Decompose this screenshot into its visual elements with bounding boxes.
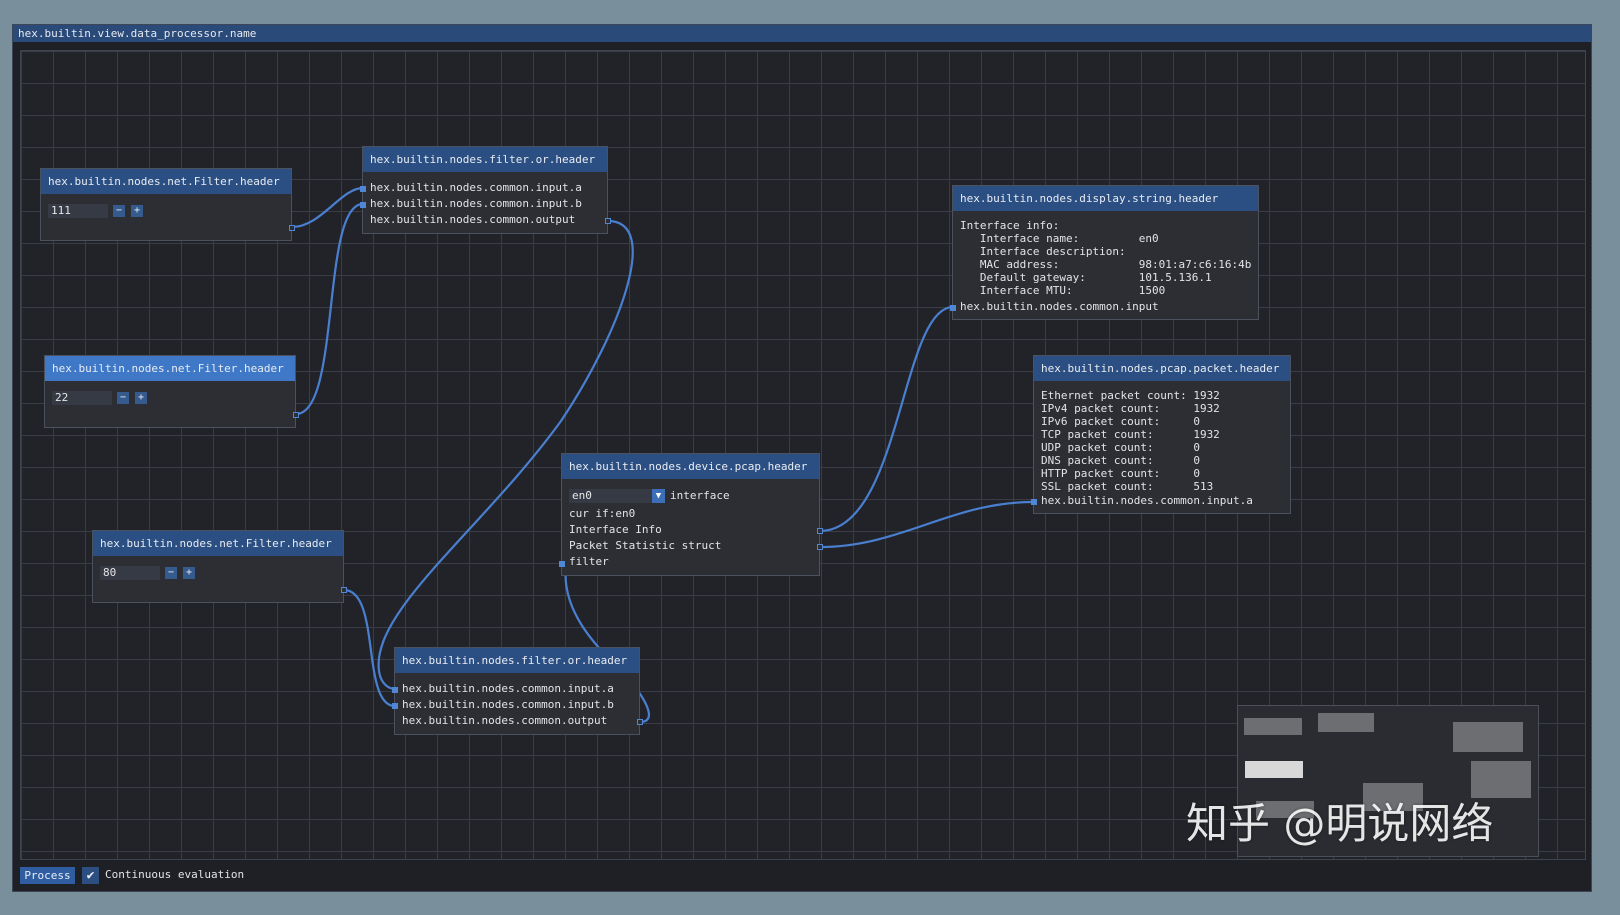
input-b-pin[interactable] bbox=[360, 202, 366, 208]
current-interface-text: cur if:en0 bbox=[569, 507, 636, 520]
interface-select[interactable]: en0 bbox=[569, 489, 655, 503]
decrement-button[interactable]: − bbox=[165, 567, 177, 579]
display-line-4: MAC address: 98:01:a7:c6:16:4b bbox=[960, 258, 1252, 271]
node-header[interactable]: hex.builtin.nodes.filter.or.header bbox=[363, 147, 607, 172]
packet-line-1: Ethernet packet count: 1932 bbox=[1041, 389, 1220, 402]
input-a-pin[interactable] bbox=[360, 186, 366, 192]
net-filter-node-3[interactable]: hex.builtin.nodes.net.Filter.header 80 −… bbox=[92, 530, 347, 603]
interface-label: interface bbox=[670, 489, 730, 502]
data-processor-window: hex.builtin.view.data_processor.name hex… bbox=[12, 24, 1592, 892]
display-line-5: Default gateway: 101.5.136.1 bbox=[960, 271, 1212, 284]
node-header[interactable]: hex.builtin.nodes.net.Filter.header bbox=[93, 531, 343, 556]
link-pcap-info-to-display[interactable] bbox=[819, 305, 954, 533]
input-a-label: hex.builtin.nodes.common.input.a bbox=[402, 682, 614, 695]
output-label: hex.builtin.nodes.common.output bbox=[370, 213, 576, 226]
output-pin[interactable] bbox=[293, 412, 299, 418]
packet-line-5: UDP packet count: 0 bbox=[1041, 441, 1200, 454]
increment-button[interactable]: + bbox=[135, 392, 147, 404]
watermark: 知乎 @明说网络 bbox=[1186, 799, 1494, 848]
input-a-pin[interactable] bbox=[1031, 499, 1037, 505]
packet-line-4: TCP packet count: 1932 bbox=[1041, 428, 1220, 441]
filter-or-node-1[interactable]: hex.builtin.nodes.filter.or.header hex.b… bbox=[360, 146, 611, 234]
continuous-evaluation-checkbox[interactable]: ✔ bbox=[82, 867, 99, 884]
decrement-button[interactable]: − bbox=[113, 205, 125, 217]
window-title: hex.builtin.view.data_processor.name bbox=[13, 25, 1591, 42]
chevron-down-icon[interactable]: ▼ bbox=[652, 489, 665, 503]
display-string-node[interactable]: hex.builtin.nodes.display.string.header … bbox=[950, 185, 1259, 320]
output-pin[interactable] bbox=[637, 719, 643, 725]
packet-line-8: SSL packet count: 513 bbox=[1041, 480, 1214, 493]
minimap-node bbox=[1244, 718, 1302, 735]
node-header[interactable]: hex.builtin.nodes.pcap.packet.header bbox=[1034, 356, 1290, 381]
increment-button[interactable]: + bbox=[183, 567, 195, 579]
packet-line-7: HTTP packet count: 0 bbox=[1041, 467, 1200, 480]
input-b-pin[interactable] bbox=[392, 703, 398, 709]
input-label: hex.builtin.nodes.common.input bbox=[960, 300, 1159, 313]
port-number-input[interactable]: 22 bbox=[52, 391, 112, 405]
interface-info-pin[interactable] bbox=[817, 528, 823, 534]
display-line-2: Interface name: en0 bbox=[960, 232, 1159, 245]
minimap-node bbox=[1453, 722, 1523, 752]
filter-pin[interactable] bbox=[559, 561, 565, 567]
decrement-button[interactable]: − bbox=[117, 392, 129, 404]
process-button[interactable]: Process bbox=[20, 867, 75, 884]
link-filter3-to-or2-b[interactable] bbox=[343, 588, 396, 708]
display-line-6: Interface MTU: 1500 bbox=[960, 284, 1166, 297]
input-b-label: hex.builtin.nodes.common.input.b bbox=[370, 197, 582, 210]
minimap-node-selected bbox=[1245, 761, 1303, 778]
link-filter1-to-or1-a[interactable] bbox=[291, 186, 364, 229]
net-filter-node-2[interactable]: hex.builtin.nodes.net.Filter.header 22 −… bbox=[44, 355, 299, 428]
display-line-1: Interface info: bbox=[960, 219, 1060, 232]
pcap-packet-node[interactable]: hex.builtin.nodes.pcap.packet.header Eth… bbox=[1031, 355, 1291, 514]
port-number-input[interactable]: 80 bbox=[100, 566, 160, 580]
input-b-label: hex.builtin.nodes.common.input.b bbox=[402, 698, 614, 711]
input-a-label: hex.builtin.nodes.common.input.a bbox=[1041, 494, 1253, 507]
port-number-input[interactable]: 111 bbox=[48, 204, 108, 218]
packet-stat-label: Packet Statistic struct bbox=[569, 539, 722, 552]
node-header[interactable]: hex.builtin.nodes.display.string.header bbox=[953, 186, 1258, 211]
continuous-evaluation-label: Continuous evaluation bbox=[105, 868, 245, 881]
input-a-label: hex.builtin.nodes.common.input.a bbox=[370, 181, 582, 194]
output-pin[interactable] bbox=[605, 218, 611, 224]
input-a-pin[interactable] bbox=[392, 687, 398, 693]
display-line-3: Interface description: bbox=[960, 245, 1126, 258]
net-filter-node-1[interactable]: hex.builtin.nodes.net.Filter.header 111 … bbox=[40, 168, 295, 241]
node-editor-canvas[interactable]: hex.builtin.nodes.net.Filter.header 111 … bbox=[20, 50, 1586, 860]
interface-info-label: Interface Info bbox=[569, 523, 662, 536]
node-header[interactable]: hex.builtin.nodes.net.Filter.header bbox=[45, 356, 295, 381]
packet-line-3: IPv6 packet count: 0 bbox=[1041, 415, 1200, 428]
packet-line-2: IPv4 packet count: 1932 bbox=[1041, 402, 1220, 415]
filter-or-node-2[interactable]: hex.builtin.nodes.filter.or.header hex.b… bbox=[392, 647, 643, 735]
device-pcap-node[interactable]: hex.builtin.nodes.device.pcap.header en0… bbox=[559, 453, 823, 576]
output-pin[interactable] bbox=[289, 225, 295, 231]
node-header[interactable]: hex.builtin.nodes.net.Filter.header bbox=[41, 169, 291, 194]
input-pin[interactable] bbox=[950, 305, 956, 311]
output-label: hex.builtin.nodes.common.output bbox=[402, 714, 608, 727]
packet-line-6: DNS packet count: 0 bbox=[1041, 454, 1200, 467]
filter-label: filter bbox=[569, 555, 609, 568]
output-pin[interactable] bbox=[341, 587, 347, 593]
minimap-node bbox=[1318, 713, 1374, 732]
link-pcap-stat-to-packet[interactable] bbox=[819, 500, 1034, 549]
node-header[interactable]: hex.builtin.nodes.filter.or.header bbox=[395, 648, 639, 673]
node-header[interactable]: hex.builtin.nodes.device.pcap.header bbox=[562, 454, 819, 479]
increment-button[interactable]: + bbox=[131, 205, 143, 217]
packet-stat-pin[interactable] bbox=[817, 544, 823, 550]
link-filter2-to-or1-b[interactable] bbox=[295, 202, 364, 416]
